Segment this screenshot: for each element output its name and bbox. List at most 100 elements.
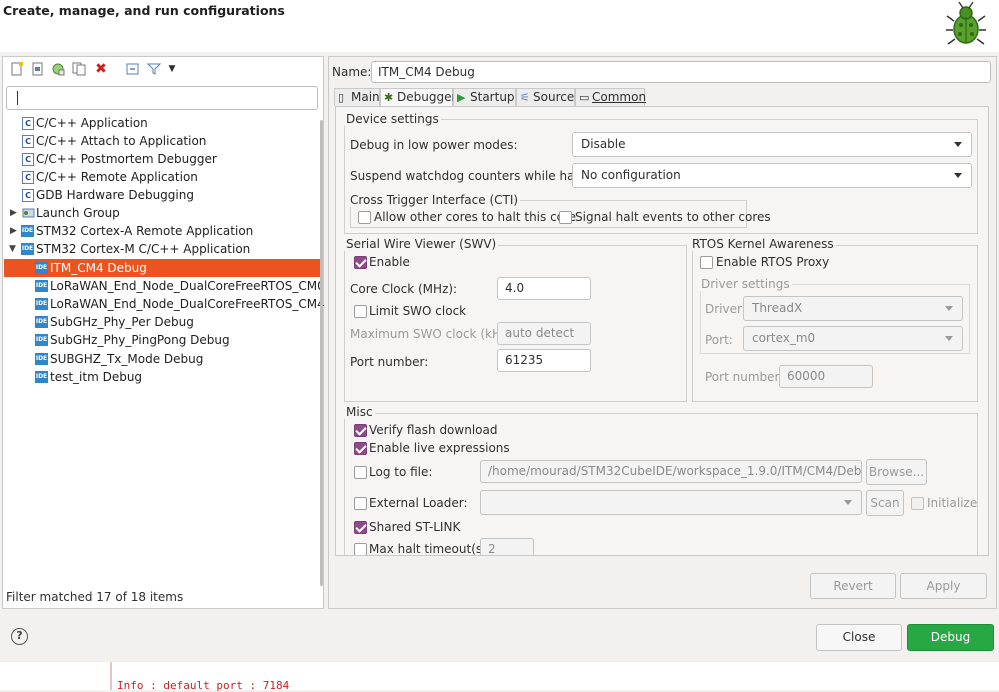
live-expressions-checkbox[interactable] bbox=[354, 442, 367, 455]
tab-common[interactable]: ▭ Common bbox=[575, 88, 646, 106]
initialize-label: Initialize bbox=[927, 496, 978, 510]
tree-item-cpp-attach[interactable]: C C/C++ Attach to Application bbox=[4, 132, 320, 150]
tree-item-cpp-application[interactable]: C C/C++ Application bbox=[4, 114, 320, 132]
console-output-line: Info : default port : 7184 bbox=[117, 679, 290, 692]
console-margin bbox=[110, 662, 112, 690]
misc-title: Misc bbox=[344, 405, 375, 419]
verify-flash-checkbox[interactable] bbox=[354, 424, 367, 437]
rtos-title: RTOS Kernel Awareness bbox=[690, 237, 836, 251]
core-clock-label: Core Clock (MHz): bbox=[350, 282, 458, 296]
ide-icon: IDE bbox=[35, 371, 48, 383]
rtos-port-number-label: Port number: bbox=[705, 370, 784, 384]
help-icon[interactable]: ? bbox=[11, 628, 28, 645]
cti-allow-checkbox[interactable] bbox=[358, 211, 371, 224]
driver-select[interactable]: ThreadX bbox=[743, 296, 963, 321]
scan-button[interactable]: Scan bbox=[866, 490, 904, 516]
tree-item-gdb-hardware[interactable]: C GDB Hardware Debugging bbox=[4, 186, 320, 204]
device-settings-title: Device settings bbox=[344, 112, 441, 126]
tree-scrollbar[interactable] bbox=[320, 120, 323, 586]
max-swo-input[interactable]: auto detect bbox=[497, 322, 591, 345]
cti-allow-label: Allow other cores to halt this core bbox=[374, 210, 577, 224]
delete-icon[interactable]: ✖ bbox=[94, 62, 108, 76]
shared-stlink-label: Shared ST-LINK bbox=[369, 520, 461, 534]
view-menu-icon[interactable]: ▼ bbox=[165, 62, 179, 76]
tree-item-lorawan-cm4[interactable]: IDE LoRaWAN_End_Node_DualCoreFreeRTOS_CM… bbox=[4, 295, 325, 313]
close-button[interactable]: Close bbox=[816, 624, 902, 651]
tree-item-subghz-tx[interactable]: IDE SUBGHZ_Tx_Mode Debug bbox=[4, 350, 320, 368]
log-to-file-checkbox[interactable] bbox=[354, 466, 367, 479]
c-file-icon: C bbox=[22, 135, 34, 148]
watchdog-select[interactable]: No configuration bbox=[572, 163, 972, 188]
max-halt-input[interactable]: 2 bbox=[480, 538, 534, 555]
duplicate-icon[interactable] bbox=[72, 62, 86, 76]
new-configuration-icon[interactable] bbox=[10, 62, 24, 76]
tab-startup[interactable]: ▶ Startup bbox=[453, 88, 516, 106]
browse-button[interactable]: Browse... bbox=[866, 459, 927, 485]
ide-icon: IDE bbox=[35, 262, 48, 274]
ide-icon: IDE bbox=[35, 280, 48, 292]
export-icon[interactable] bbox=[51, 62, 65, 76]
expand-arrow-icon[interactable]: ▶ bbox=[10, 222, 17, 240]
dropdown-arrow-icon bbox=[954, 142, 962, 147]
external-loader-checkbox[interactable] bbox=[354, 497, 367, 510]
rtos-port-number-input[interactable]: 60000 bbox=[779, 365, 873, 388]
tree-item-launch-group[interactable]: ▶ Launch Group bbox=[4, 204, 320, 222]
tree-item-lorawan-cm0plus[interactable]: IDE LoRaWAN_End_Node_DualCoreFreeRTOS_CM… bbox=[4, 277, 320, 295]
startup-tab-icon: ▶ bbox=[457, 91, 466, 104]
log-to-file-label: Log to file: bbox=[369, 465, 433, 479]
swv-enable-checkbox[interactable] bbox=[354, 256, 367, 269]
new-prototype-icon[interactable] bbox=[31, 62, 45, 76]
c-file-icon: C bbox=[22, 189, 34, 202]
max-swo-label: Maximum SWO clock (kHz): bbox=[350, 327, 516, 341]
tab-debugger[interactable]: ✱ Debugger bbox=[380, 88, 456, 106]
tree-item-cpp-remote[interactable]: C C/C++ Remote Application bbox=[4, 168, 320, 186]
filter-input[interactable] bbox=[6, 86, 318, 110]
tree-item-test-itm[interactable]: IDE test_itm Debug bbox=[4, 368, 320, 386]
limit-swo-label: Limit SWO clock bbox=[369, 304, 467, 318]
tree-item-cpp-postmortem[interactable]: C C/C++ Postmortem Debugger bbox=[4, 150, 320, 168]
revert-button[interactable]: Revert bbox=[810, 573, 896, 599]
low-power-select[interactable]: Disable bbox=[572, 132, 972, 157]
rtos-proxy-checkbox[interactable] bbox=[700, 256, 713, 269]
log-file-path-input[interactable]: /home/mourad/STM32CubeIDE/workspace_1.9.… bbox=[480, 460, 862, 483]
tab-main[interactable]: ▯ Main bbox=[334, 88, 380, 106]
initialize-checkbox[interactable] bbox=[911, 497, 924, 510]
tab-source[interactable]: ⚟ Source bbox=[516, 88, 575, 106]
external-loader-select[interactable] bbox=[480, 490, 862, 515]
tree-item-stm32-cortex-m[interactable]: ▼ IDE STM32 Cortex-M C/C++ Application bbox=[4, 240, 320, 258]
rtos-port-select[interactable]: cortex_m0 bbox=[743, 326, 963, 351]
filter-icon[interactable] bbox=[146, 62, 162, 76]
ide-icon: IDE bbox=[21, 243, 34, 255]
collapse-arrow-icon[interactable]: ▼ bbox=[9, 240, 16, 258]
ide-icon: IDE bbox=[35, 353, 48, 365]
swv-port-input[interactable]: 61235 bbox=[497, 349, 591, 372]
dropdown-arrow-icon bbox=[945, 306, 953, 311]
collapse-all-icon[interactable] bbox=[126, 62, 140, 76]
rtos-port-label: Port: bbox=[705, 333, 733, 347]
core-clock-input[interactable]: 4.0 bbox=[497, 277, 591, 300]
ide-icon: IDE bbox=[35, 298, 48, 310]
swv-port-label: Port number: bbox=[350, 355, 429, 369]
dialog-header: Create, manage, and run configurations bbox=[0, 0, 999, 52]
console-view: Info : default port : 7184 bbox=[0, 662, 999, 692]
name-input[interactable]: ITM_CM4 Debug bbox=[371, 61, 991, 83]
max-halt-checkbox[interactable] bbox=[354, 543, 367, 555]
apply-button[interactable]: Apply bbox=[900, 573, 987, 599]
c-file-icon: C bbox=[22, 171, 34, 184]
dialog-title: Create, manage, and run configurations bbox=[3, 3, 285, 18]
verify-flash-label: Verify flash download bbox=[369, 423, 498, 437]
low-power-label: Debug in low power modes: bbox=[350, 138, 518, 152]
cti-signal-label: Signal halt events to other cores bbox=[575, 210, 771, 224]
debug-button[interactable]: Debug bbox=[907, 624, 994, 651]
cti-signal-checkbox[interactable] bbox=[559, 211, 572, 224]
tree-item-subghz-per[interactable]: IDE SubGHz_Phy_Per Debug bbox=[4, 313, 320, 331]
limit-swo-checkbox[interactable] bbox=[354, 305, 367, 318]
ide-icon: IDE bbox=[21, 225, 34, 237]
name-label: Name: bbox=[332, 65, 372, 79]
tree-item-stm32-cortex-a[interactable]: ▶ IDE STM32 Cortex-A Remote Application bbox=[4, 222, 320, 240]
tree-item-itm-cm4-debug[interactable]: IDE ITM_CM4 Debug bbox=[4, 259, 320, 277]
c-file-icon: C bbox=[22, 117, 34, 130]
shared-stlink-checkbox[interactable] bbox=[354, 521, 367, 534]
expand-arrow-icon[interactable]: ▶ bbox=[10, 204, 17, 222]
tree-item-subghz-pingpong[interactable]: IDE SubGHz_Phy_PingPong Debug bbox=[4, 331, 320, 349]
